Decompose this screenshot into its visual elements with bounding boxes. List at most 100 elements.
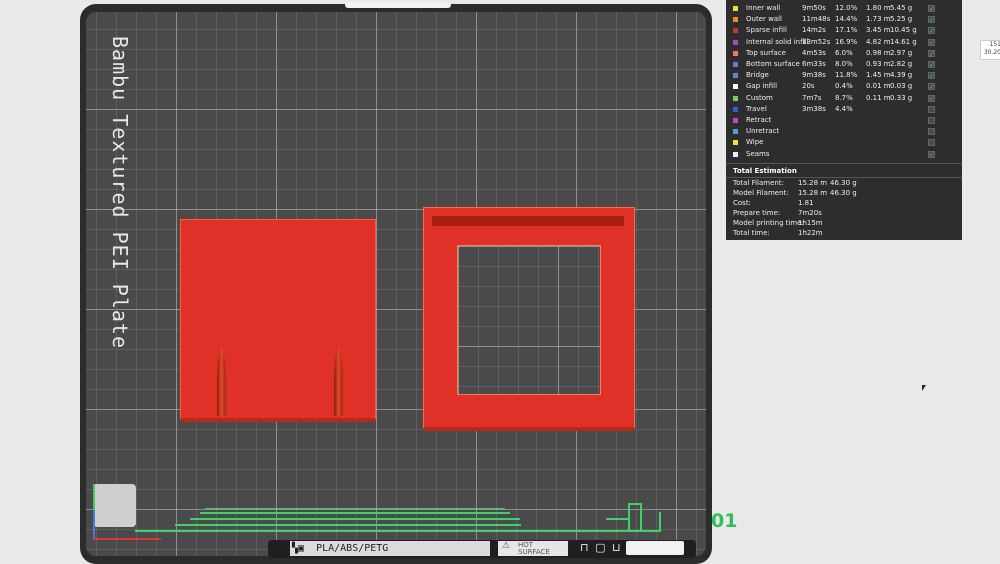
legend-time: 6m33s — [802, 60, 826, 68]
legend-row: Wipe — [726, 137, 962, 148]
display-checkbox[interactable] — [928, 117, 935, 124]
legend-color-swatch — [733, 62, 738, 67]
legend-color-swatch — [733, 129, 738, 135]
legend-length: 0.98 m — [866, 48, 891, 57]
legend-weight: 2.82 g — [890, 60, 913, 68]
display-checkbox[interactable]: ✓ — [928, 27, 935, 35]
legend-feature-name: Wipe — [746, 138, 764, 147]
display-checkbox[interactable]: ✓ — [928, 5, 935, 13]
side-readout-line1: 151 — [989, 41, 1000, 48]
legend-row: Gap infill 20s 0.4% 0.01 m 0.03 g ✓ — [726, 81, 962, 92]
total-value-a: 1h22m — [798, 229, 823, 237]
display-checkbox[interactable]: ✓ — [928, 49, 935, 57]
legend-length: 1.45 m — [866, 71, 891, 80]
bottom-bar-icons: ⊓ ▢ ⊔ — [580, 541, 621, 555]
gcode-legend-panel: Total Estimation Inner wall 9m50s 12.0% 1.8… — [726, 0, 962, 240]
legend-time: 11m48s — [802, 15, 831, 24]
legend-length: 3.45 m — [866, 26, 891, 35]
total-row: Total Filament: 15.28 m 46.30 g — [726, 178, 962, 188]
legend-feature-name: Internal solid infill — [746, 37, 809, 46]
plate-top-handle — [345, 2, 451, 8]
legend-color-swatch — [733, 140, 738, 146]
legend-length: 1.73 m — [866, 15, 891, 24]
legend-color-swatch — [733, 39, 738, 45]
display-checkbox[interactable]: ✓ — [928, 72, 935, 80]
total-row: Model printing time: 1h15m — [726, 218, 962, 228]
legend-feature-name: Unretract — [746, 127, 780, 136]
display-checkbox[interactable] — [928, 128, 935, 136]
side-readout-line2: 30.20 — [983, 49, 1000, 56]
peg-right — [334, 348, 343, 416]
total-estimation-title: Total Estimation — [733, 167, 797, 175]
legend-weight: 0.03 g — [890, 82, 913, 91]
hot-surface-line2: SURFACE — [518, 548, 550, 556]
legend-time: 7m7s — [802, 93, 822, 102]
model-part-left[interactable] — [180, 219, 376, 422]
total-row: Cost: 1.81 — [726, 198, 962, 208]
legend-weight: 2.97 g — [890, 48, 913, 57]
legend-percent: 17.1% — [835, 26, 858, 35]
legend-length: 1.80 m — [866, 4, 891, 12]
legend-percent: 8.7% — [835, 93, 853, 102]
legend-percent: 11.8% — [835, 71, 858, 80]
legend-color-swatch — [733, 17, 738, 23]
total-row: Prepare time: 7m20s — [726, 208, 962, 218]
legend-row: Custom 7m7s 8.7% 0.11 m 0.33 g ✓ — [726, 93, 962, 104]
legend-feature-name: Inner wall — [746, 4, 781, 12]
legend-length: 0.01 m — [866, 82, 891, 91]
legend-row: Unretract — [726, 126, 962, 137]
legend-percent: 16.9% — [835, 37, 858, 46]
legend-time: 20s — [802, 82, 815, 91]
legend-row: Sparse infill 14m2s 17.1% 3.45 m 10.45 g ✓ — [726, 25, 962, 36]
legend-time: 3m38s — [802, 104, 826, 113]
total-row: Model Filament: 15.28 m 46.30 g — [726, 188, 962, 198]
display-checkbox[interactable]: ✓ — [928, 61, 935, 69]
legend-percent: 14.4% — [835, 15, 858, 24]
legend-weight: 14.61 g — [890, 37, 917, 46]
plate-name-field[interactable] — [626, 541, 684, 555]
delete-icon[interactable]: ⊔ — [612, 541, 621, 554]
legend-row: Bridge 9m38s 11.8% 1.45 m 4.39 g ✓ — [726, 70, 962, 81]
legend-row: Outer wall 11m48s 14.4% 1.73 m 5.25 g ✓ — [726, 14, 962, 25]
legend-time: 9m50s — [802, 4, 826, 12]
model-part-right-frame[interactable] — [423, 207, 635, 431]
legend-weight: 10.45 g — [890, 26, 917, 35]
legend-feature-name: Top surface — [746, 48, 786, 57]
display-checkbox[interactable]: ✓ — [928, 94, 935, 102]
display-checkbox[interactable] — [928, 105, 935, 113]
display-checkbox[interactable]: ✓ — [928, 38, 935, 46]
total-label: Total time: — [733, 229, 770, 237]
display-checkbox[interactable]: ✓ — [928, 83, 935, 91]
legend-color-swatch — [733, 95, 738, 101]
legend-feature-name: Retract — [746, 116, 772, 124]
legend-color-swatch — [733, 118, 738, 123]
legend-percent: 0.4% — [835, 82, 853, 91]
x-axis-line — [93, 538, 161, 540]
plate-title: Bambu Textured PEI Plate — [108, 36, 132, 349]
display-checkbox[interactable]: ✓ — [928, 16, 935, 24]
legend-row: Retract — [726, 115, 962, 126]
legend-feature-name: Seams — [746, 149, 770, 158]
display-checkbox[interactable] — [928, 139, 935, 147]
legend-feature-name: Bottom surface — [746, 60, 800, 68]
legend-percent: 6.0% — [835, 48, 853, 57]
legend-time: 4m53s — [802, 48, 826, 57]
filament-type-label: ▚▣ PLA/ABS/PETG — [290, 541, 490, 556]
frame-icon[interactable]: ▢ — [595, 541, 605, 554]
legend-color-swatch — [733, 84, 738, 90]
legend-feature-name: Bridge — [746, 71, 769, 80]
legend-time: 13m52s — [802, 37, 831, 46]
legend-color-swatch — [733, 73, 738, 79]
trash-icon[interactable]: ⊓ — [580, 541, 589, 554]
legend-time: 9m38s — [802, 71, 826, 80]
legend-color-swatch — [733, 6, 738, 11]
frame-opening — [457, 245, 601, 395]
legend-row: Seams ✓ — [726, 149, 962, 160]
legend-row: Inner wall 9m50s 12.0% 1.80 m 5.45 g ✓ — [726, 3, 962, 14]
legend-row: Travel 3m38s 4.4% — [726, 104, 962, 115]
legend-weight: 4.39 g — [890, 71, 913, 80]
legend-feature-name: Travel — [746, 104, 767, 113]
total-row: Total time: 1h22m — [726, 228, 962, 238]
legend-length: 4.82 m — [866, 37, 891, 46]
display-checkbox[interactable]: ✓ — [928, 150, 935, 158]
